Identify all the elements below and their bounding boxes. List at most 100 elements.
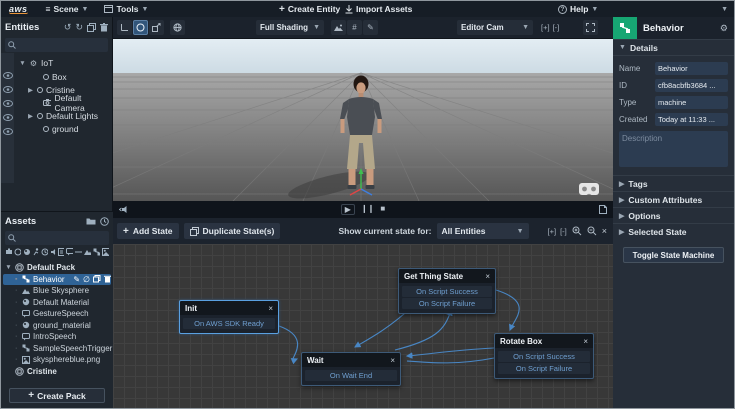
toggle-state-machine-button[interactable]: Toggle State Machine (623, 247, 724, 263)
expander-open-icon[interactable]: ▼ (5, 264, 12, 271)
asset-row-default-material[interactable]: · Default Material (1, 297, 113, 309)
stop-button[interactable]: ■ (380, 204, 385, 215)
eye-icon[interactable] (3, 86, 13, 93)
translate-tool-button[interactable] (117, 20, 132, 35)
gear-icon[interactable]: ⚙ (720, 23, 734, 34)
section-selected-state[interactable]: ▶Selected State (613, 223, 734, 239)
world-local-space-button[interactable] (170, 20, 185, 35)
eye-icon[interactable] (3, 72, 13, 79)
vr-headset-icon[interactable] (579, 183, 599, 195)
entities-search[interactable] (5, 38, 108, 52)
filter-mesh-icon[interactable] (14, 248, 21, 256)
scene-menu[interactable]: ≡Scene▼ (38, 1, 97, 17)
help-menu[interactable]: ?Help▼ (558, 1, 598, 17)
eraser-icon[interactable]: ∅ (83, 275, 90, 284)
asset-row-samplespeechtrigger[interactable]: · SampleSpeechTrigger (1, 343, 113, 355)
filter-material-icon[interactable] (23, 248, 30, 256)
duplicate-icon[interactable] (93, 275, 101, 283)
entity-row-ground[interactable]: ground (1, 122, 112, 135)
state-machine-canvas[interactable]: Init× On AWS SDK Ready Get Thing State× … (113, 244, 613, 409)
user-menu-caret[interactable]: ▼ (721, 1, 728, 17)
section-tags[interactable]: ▶Tags (613, 175, 734, 191)
state-node-rotate-box[interactable]: Rotate Box× On Script Success On Script … (494, 333, 594, 379)
play-button[interactable]: ▶ (341, 204, 355, 215)
scale-tool-button[interactable] (149, 20, 164, 35)
transition-row[interactable]: On AWS SDK Ready (183, 318, 275, 329)
transition-row[interactable]: On Script Failure (402, 298, 492, 309)
state-node-get-thing-state[interactable]: Get Thing State× On Script Success On Sc… (398, 268, 496, 314)
asset-row-skysphereblue[interactable]: · skysphereblue.png (1, 354, 113, 366)
edit-pencil-icon[interactable]: ✎ (73, 275, 80, 284)
asset-row-gesturespeech[interactable]: · GestureSpeech (1, 308, 113, 320)
asset-pack-default[interactable]: ▼ Default Pack (1, 262, 113, 274)
trash-icon[interactable] (104, 275, 111, 283)
eye-icon[interactable] (3, 114, 13, 121)
state-node-wait[interactable]: Wait× On Wait End (301, 352, 401, 386)
expander-closed-icon[interactable]: ▶ (27, 112, 34, 120)
entity-row-iot[interactable]: ▼ ⚙ IoT (1, 56, 112, 70)
frame-all-icon[interactable]: [-] (553, 20, 560, 35)
zoom-out-icon[interactable] (587, 226, 597, 236)
transition-row[interactable]: On Script Failure (498, 363, 590, 374)
asset-pack-cristine[interactable]: Cristine (1, 366, 113, 378)
folder-icon[interactable] (86, 217, 96, 225)
description-field[interactable] (619, 131, 728, 167)
entity-row-box[interactable]: Box (1, 70, 112, 83)
filter-sound-icon[interactable] (50, 248, 57, 256)
section-custom-attributes[interactable]: ▶Custom Attributes (613, 191, 734, 207)
transition-row[interactable]: On Script Success (402, 286, 492, 297)
add-state-button[interactable]: +Add State (117, 223, 179, 239)
expander-open-icon[interactable]: ▼ (19, 60, 26, 67)
close-icon[interactable]: × (268, 304, 273, 313)
entity-row-default-lights[interactable]: ▶ Default Lights (1, 109, 112, 122)
filter-texture-icon[interactable] (102, 248, 109, 256)
history-clock-icon[interactable] (100, 217, 109, 226)
redo-icon[interactable]: ↻ (75, 22, 83, 33)
entity-row-default-camera[interactable]: Default Camera (1, 96, 112, 109)
filter-speech-icon[interactable] (66, 248, 73, 256)
3d-viewport[interactable] (113, 39, 613, 201)
rotate-tool-button[interactable] (133, 20, 148, 35)
fullscreen-icon[interactable] (583, 20, 598, 35)
edit-mode-button[interactable]: ✎ (363, 20, 378, 35)
camera-dropdown[interactable]: Editor Cam▼ (457, 20, 533, 35)
eye-icon[interactable] (3, 100, 13, 107)
expander-closed-icon[interactable]: ▶ (27, 86, 34, 94)
close-state-machine-icon[interactable]: × (602, 226, 607, 236)
filter-skybox-icon[interactable] (84, 248, 91, 256)
section-options[interactable]: ▶Options (613, 207, 734, 223)
create-entity-button[interactable]: +Create Entity (279, 1, 340, 17)
pause-button[interactable]: ❙❙ (361, 204, 374, 215)
duplicate-icon[interactable] (87, 23, 96, 32)
filter-entity-icon[interactable] (5, 248, 12, 256)
fit-selection-icon[interactable]: [+] (548, 227, 557, 236)
duplicate-state-button[interactable]: Duplicate State(s) (184, 223, 281, 239)
shading-mode-dropdown[interactable]: Full Shading▼ (256, 20, 324, 35)
transition-row[interactable]: On Script Success (498, 351, 590, 362)
section-details[interactable]: ▼Details (613, 39, 734, 55)
filter-animation-icon[interactable] (32, 248, 39, 256)
undo-icon[interactable]: ↺ (64, 22, 72, 33)
asset-row-behavior[interactable]: ▪ Behavior ✎ ∅ (3, 274, 111, 286)
filter-timeline-icon[interactable] (41, 248, 48, 256)
asset-row-ground-material[interactable]: · ground_material (1, 320, 113, 332)
entities-search-input[interactable] (19, 41, 105, 50)
close-icon[interactable]: × (485, 272, 490, 281)
filter-script-icon[interactable] (58, 248, 64, 256)
asset-row-introspeech[interactable]: · IntroSpeech (1, 331, 113, 343)
fit-all-icon[interactable]: [-] (560, 227, 567, 236)
frame-selection-icon[interactable]: [+] (541, 20, 550, 35)
import-assets-button[interactable]: Import Assets (345, 1, 412, 17)
post-effects-button[interactable] (331, 20, 346, 35)
assets-search[interactable] (5, 231, 109, 245)
eye-icon[interactable] (3, 128, 13, 135)
close-icon[interactable]: × (583, 337, 588, 346)
name-field[interactable] (655, 62, 728, 75)
trash-icon[interactable] (100, 23, 108, 32)
tools-menu[interactable]: Tools▼ (96, 1, 156, 17)
transition-row[interactable]: On Wait End (305, 370, 397, 381)
zoom-in-icon[interactable] (572, 226, 582, 236)
state-node-init[interactable]: Init× On AWS SDK Ready (179, 300, 279, 334)
entity-filter-dropdown[interactable]: All Entities▼ (437, 223, 529, 239)
assets-search-input[interactable] (19, 234, 106, 243)
